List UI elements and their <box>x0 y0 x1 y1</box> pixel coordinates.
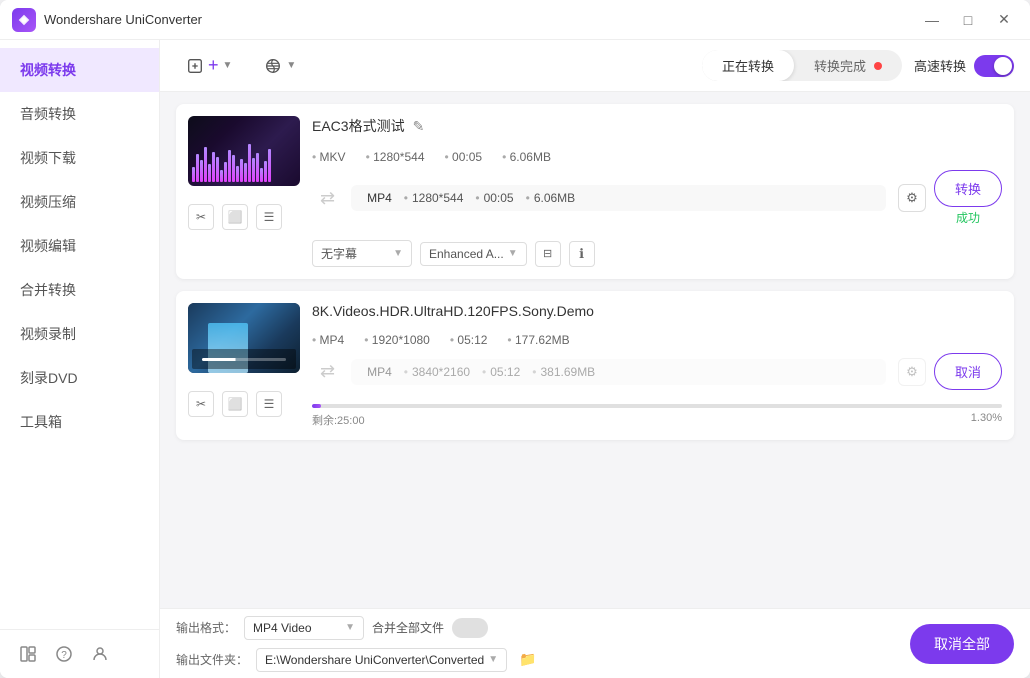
output-field: 输出文件夹： E:\Wondershare UniConverter\Conve… <box>176 648 894 672</box>
speed-area: 高速转换 <box>914 55 1014 77</box>
add-file-arrow: ▼ <box>223 60 233 71</box>
add-url-arrow: ▼ <box>286 60 296 71</box>
file-name-row-1: EAC3格式测试 ✎ <box>312 116 1002 136</box>
file-name-2: 8K.Videos.HDR.UltraHD.120FPS.Sony.Demo <box>312 303 594 319</box>
format-select-arrow: ▼ <box>345 622 355 633</box>
bottom-bar: 输出格式： MP4 Video ▼ 合并全部文件 输出文件夹： E:\Wonde… <box>160 608 1030 678</box>
maximize-button[interactable]: □ <box>954 6 982 34</box>
sidebar-item-toolbox[interactable]: 工具箱 <box>0 400 159 444</box>
sidebar-nav: 视频转换 音频转换 视频下载 视频压缩 视频编辑 合并转换 视频录制 刻录DVD… <box>0 40 159 629</box>
scissors-btn-1[interactable]: ✂ <box>188 204 214 230</box>
subtitle-row-1: 无字幕 ▼ Enhanced A... ▼ ⊟ ℹ <box>312 240 1002 267</box>
progress-remaining: 剩余:25:00 <box>312 412 365 428</box>
svg-text:?: ? <box>61 650 67 661</box>
merge-toggle[interactable] <box>452 618 488 638</box>
crop-btn-1[interactable]: ⬜ <box>222 204 248 230</box>
settings-btn-1[interactable]: ⚙ <box>898 184 926 212</box>
scissors-btn-2[interactable]: ✂ <box>188 391 214 417</box>
cancel-all-button[interactable]: 取消全部 <box>910 624 1014 664</box>
edit-icon-1[interactable]: ✎ <box>413 118 425 135</box>
waveform <box>192 142 271 182</box>
add-url-button[interactable]: ▼ <box>254 51 306 81</box>
merge-label: 合并全部文件 <box>372 619 444 636</box>
sidebar-item-video-compress[interactable]: 视频压缩 <box>0 180 159 224</box>
content-area: + ▼ ▼ 正在转换 转换完成 高速转换 <box>160 40 1030 678</box>
sidebar-item-video-download[interactable]: 视频下载 <box>0 136 159 180</box>
progress-bar-fill <box>312 404 321 408</box>
title-bar: Wondershare UniConverter — □ ✕ <box>0 0 1030 40</box>
sidebar: 视频转换 音频转换 视频下载 视频压缩 视频编辑 合并转换 视频录制 刻录DVD… <box>0 40 160 678</box>
swap-icon-1[interactable]: ⇄ <box>312 180 343 217</box>
format-select[interactable]: MP4 Video ▼ <box>244 616 364 640</box>
status-dot <box>874 62 882 70</box>
thumbnail-2 <box>188 303 300 373</box>
subtitle-select-1[interactable]: 无字幕 ▼ <box>312 240 412 267</box>
output-convert-row-2: ⇄ MP4 3840*2160 05:12 381.69MB ⚙ 取消 <box>312 353 1002 390</box>
sidebar-item-dvd[interactable]: 刻录DVD <box>0 356 159 400</box>
swap-icon-2[interactable]: ⇄ <box>312 353 343 390</box>
subtitle-arrow-1: ▼ <box>393 248 403 259</box>
bottom-fields: 输出格式： MP4 Video ▼ 合并全部文件 输出文件夹： E:\Wonde… <box>176 616 894 672</box>
enhanced-select-1[interactable]: Enhanced A... ▼ <box>420 242 527 266</box>
format-label: 输出格式： <box>176 619 236 636</box>
add-file-button[interactable]: + ▼ <box>176 49 242 82</box>
sidebar-item-video-convert[interactable]: 视频转换 <box>0 48 159 92</box>
output-label: 输出文件夹： <box>176 651 248 668</box>
menu-btn-1[interactable]: ☰ <box>256 204 282 230</box>
enhanced-arrow-1: ▼ <box>508 248 518 259</box>
settings-btn-2[interactable]: ⚙ <box>898 358 926 386</box>
sidebar-item-video-edit[interactable]: 视频编辑 <box>0 224 159 268</box>
output-path-select[interactable]: E:\Wondershare UniConverter\Converted ▼ <box>256 648 507 672</box>
minimize-button[interactable]: — <box>918 6 946 34</box>
close-button[interactable]: ✕ <box>990 6 1018 34</box>
progress-bar-bg <box>312 404 1002 408</box>
thumbnail-1 <box>188 116 300 186</box>
window-controls: — □ ✕ <box>918 6 1018 34</box>
status-toggle: 正在转换 转换完成 <box>702 50 902 81</box>
file-name-row-2: 8K.Videos.HDR.UltraHD.120FPS.Sony.Demo <box>312 303 1002 319</box>
sidebar-footer: ? <box>0 629 159 678</box>
sidebar-item-merge[interactable]: 合并转换 <box>0 268 159 312</box>
progress-info: 剩余:25:00 1.30% <box>312 412 1002 428</box>
high-speed-label: 高速转换 <box>914 56 966 75</box>
file-meta-2: MP4 1920*1080 05:12 177.62MB <box>312 333 1002 347</box>
path-select-arrow: ▼ <box>488 654 498 665</box>
subtitle-icon-btn-1[interactable]: ⊟ <box>535 241 561 267</box>
folder-icon[interactable]: 📁 <box>519 651 536 668</box>
app-logo <box>12 8 36 32</box>
convert-button-1[interactable]: 转换 <box>934 170 1002 207</box>
menu-btn-2[interactable]: ☰ <box>256 391 282 417</box>
format-field: 输出格式： MP4 Video ▼ 合并全部文件 <box>176 616 894 640</box>
toolbar: + ▼ ▼ 正在转换 转换完成 高速转换 <box>160 40 1030 92</box>
status-converting[interactable]: 正在转换 <box>702 50 794 81</box>
layout-icon[interactable] <box>16 642 40 666</box>
file-name-1: EAC3格式测试 <box>312 116 405 136</box>
progress-percent: 1.30% <box>971 412 1002 428</box>
thumb-controls-2: ✂ ⬜ ☰ <box>188 385 300 417</box>
output-convert-row-1: ⇄ MP4 1280*544 00:05 6.06MB ⚙ 转换 <box>312 170 1002 226</box>
progress-area-2: 剩余:25:00 1.30% <box>312 404 1002 428</box>
crop-btn-2[interactable]: ⬜ <box>222 391 248 417</box>
sidebar-item-video-record[interactable]: 视频录制 <box>0 312 159 356</box>
file-meta-1: MKV 1280*544 00:05 6.06MB <box>312 150 1002 164</box>
app-title: Wondershare UniConverter <box>44 12 918 27</box>
sidebar-item-audio-convert[interactable]: 音频转换 <box>0 92 159 136</box>
file-card-2: ✂ ⬜ ☰ 8K.Videos.HDR.UltraHD.120FPS.Sony.… <box>176 291 1014 440</box>
status-done[interactable]: 转换完成 <box>794 50 902 81</box>
success-label-1: 成功 <box>956 209 980 226</box>
file-card-1: ✂ ⬜ ☰ EAC3格式测试 ✎ MKV <box>176 104 1014 279</box>
user-icon[interactable] <box>88 642 112 666</box>
info-btn-1[interactable]: ℹ <box>569 241 595 267</box>
file-list: ✂ ⬜ ☰ EAC3格式测试 ✎ MKV <box>160 92 1030 608</box>
help-icon[interactable]: ? <box>52 642 76 666</box>
thumb-controls-1: ✂ ⬜ ☰ <box>188 198 300 230</box>
output-info-2: MP4 3840*2160 05:12 381.69MB <box>351 359 886 385</box>
output-info-1: MP4 1280*544 00:05 6.06MB <box>351 185 886 211</box>
cancel-button-2[interactable]: 取消 <box>934 353 1002 390</box>
add-file-label: + <box>208 55 219 76</box>
high-speed-toggle[interactable] <box>974 55 1014 77</box>
